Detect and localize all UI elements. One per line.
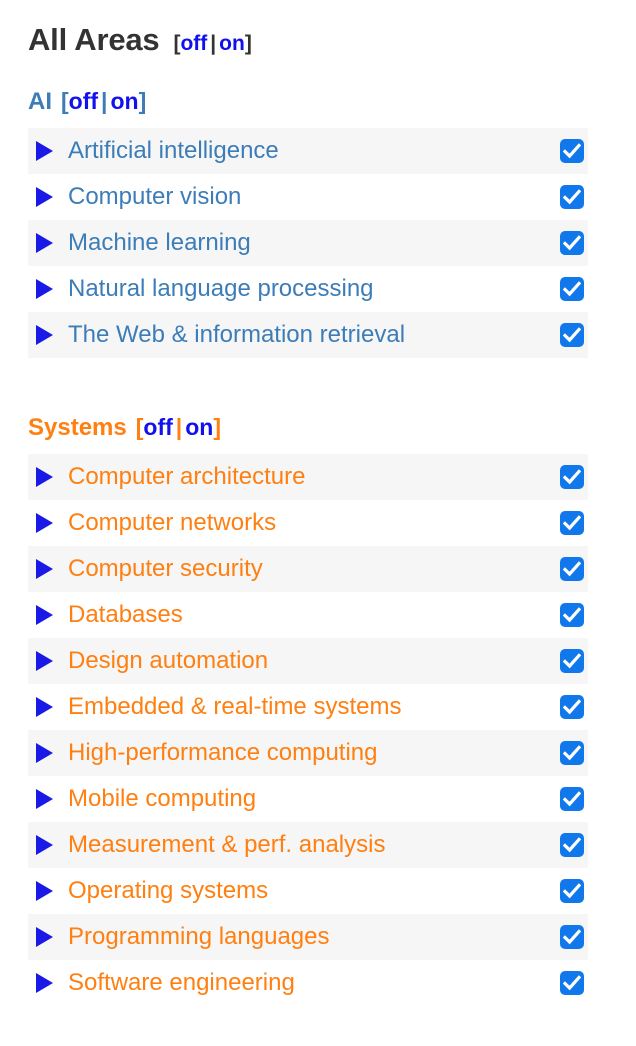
- table-row[interactable]: Artificial intelligence: [28, 128, 588, 174]
- table-row[interactable]: Natural language processing: [28, 266, 588, 312]
- table-row[interactable]: Computer security: [28, 546, 588, 592]
- triangle-right-icon[interactable]: [34, 972, 60, 994]
- area-label[interactable]: Computer networks: [60, 509, 560, 537]
- triangle-right-icon[interactable]: [34, 466, 60, 488]
- triangle-right-icon[interactable]: [34, 232, 60, 254]
- table-row[interactable]: Mobile computing: [28, 776, 588, 822]
- area-checkbox[interactable]: [560, 277, 584, 301]
- area-checkbox[interactable]: [560, 879, 584, 903]
- area-checkbox[interactable]: [560, 231, 584, 255]
- page-title: All Areas [off | on]: [28, 22, 252, 58]
- section-ai-on-link[interactable]: on: [110, 88, 138, 114]
- toggle-open-bracket: [: [61, 88, 69, 114]
- area-checkbox[interactable]: [560, 511, 584, 535]
- section-systems-row-list: Computer architecture Computer networks Co…: [28, 454, 588, 1006]
- toggle-separator: |: [101, 88, 108, 114]
- area-label[interactable]: Operating systems: [60, 877, 560, 905]
- area-label[interactable]: Mobile computing: [60, 785, 560, 813]
- section-systems-off-link[interactable]: off: [143, 414, 172, 440]
- area-label[interactable]: Software engineering: [60, 969, 560, 997]
- table-row[interactable]: Measurement & perf. analysis: [28, 822, 588, 868]
- section-systems: Systems [off | on] Computer architecture Co…: [0, 414, 636, 1006]
- toggle-close-bracket: ]: [213, 414, 221, 440]
- area-label[interactable]: Computer security: [60, 555, 560, 583]
- table-row[interactable]: Machine learning: [28, 220, 588, 266]
- area-checkbox[interactable]: [560, 557, 584, 581]
- area-checkbox[interactable]: [560, 323, 584, 347]
- table-row[interactable]: Computer networks: [28, 500, 588, 546]
- triangle-right-icon[interactable]: [34, 926, 60, 948]
- table-row[interactable]: The Web & information retrieval: [28, 312, 588, 358]
- triangle-right-icon[interactable]: [34, 558, 60, 580]
- toggle-separator: |: [175, 414, 183, 440]
- area-label[interactable]: Measurement & perf. analysis: [60, 831, 560, 859]
- area-label[interactable]: Machine learning: [60, 229, 560, 257]
- area-checkbox[interactable]: [560, 695, 584, 719]
- section-systems-toggle-group: [off | on]: [136, 414, 221, 441]
- table-row[interactable]: Programming languages: [28, 914, 588, 960]
- table-row[interactable]: Embedded & real-time systems: [28, 684, 588, 730]
- toggle-separator: |: [210, 32, 217, 55]
- area-checkbox[interactable]: [560, 787, 584, 811]
- section-ai-off-link[interactable]: off: [69, 88, 98, 114]
- area-checkbox[interactable]: [560, 649, 584, 673]
- area-checkbox[interactable]: [560, 833, 584, 857]
- area-label[interactable]: Design automation: [60, 647, 560, 675]
- table-row[interactable]: Computer architecture: [28, 454, 588, 500]
- triangle-right-icon[interactable]: [34, 696, 60, 718]
- triangle-right-icon[interactable]: [34, 186, 60, 208]
- area-label[interactable]: High-performance computing: [60, 739, 560, 767]
- triangle-right-icon[interactable]: [34, 650, 60, 672]
- section-systems-on-link[interactable]: on: [185, 414, 213, 440]
- area-checkbox[interactable]: [560, 603, 584, 627]
- table-row[interactable]: Software engineering: [28, 960, 588, 1006]
- triangle-right-icon[interactable]: [34, 742, 60, 764]
- areas-filter-panel: All Areas [off | on] AI [off | on] Artificia…: [0, 0, 636, 1046]
- table-row[interactable]: High-performance computing: [28, 730, 588, 776]
- page-title-text: All Areas: [28, 22, 160, 57]
- area-checkbox[interactable]: [560, 465, 584, 489]
- triangle-right-icon[interactable]: [34, 834, 60, 856]
- section-ai-header: AI [off | on]: [0, 88, 636, 116]
- area-checkbox[interactable]: [560, 971, 584, 995]
- all-areas-on-link[interactable]: on: [219, 32, 245, 55]
- area-label[interactable]: Computer architecture: [60, 463, 560, 491]
- toggle-close-bracket: ]: [138, 88, 147, 114]
- area-checkbox[interactable]: [560, 741, 584, 765]
- section-systems-header: Systems [off | on]: [0, 414, 636, 442]
- triangle-right-icon[interactable]: [34, 788, 60, 810]
- all-areas-off-link[interactable]: off: [180, 32, 207, 55]
- area-label[interactable]: Embedded & real-time systems: [60, 693, 560, 721]
- section-systems-title: Systems: [28, 414, 127, 441]
- section-ai-title: AI: [28, 88, 52, 115]
- triangle-right-icon[interactable]: [34, 278, 60, 300]
- toggle-close-bracket: ]: [244, 32, 252, 55]
- table-row[interactable]: Databases: [28, 592, 588, 638]
- area-label[interactable]: Artificial intelligence: [60, 137, 560, 165]
- table-row[interactable]: Operating systems: [28, 868, 588, 914]
- triangle-right-icon[interactable]: [34, 604, 60, 626]
- area-checkbox[interactable]: [560, 185, 584, 209]
- table-row[interactable]: Design automation: [28, 638, 588, 684]
- triangle-right-icon[interactable]: [34, 140, 60, 162]
- area-label[interactable]: Natural language processing: [60, 275, 560, 303]
- section-ai-toggle-group: [off | on]: [61, 88, 146, 115]
- table-row[interactable]: Computer vision: [28, 174, 588, 220]
- area-label[interactable]: Programming languages: [60, 923, 560, 951]
- triangle-right-icon[interactable]: [34, 324, 60, 346]
- triangle-right-icon[interactable]: [34, 880, 60, 902]
- area-checkbox[interactable]: [560, 925, 584, 949]
- area-label[interactable]: The Web & information retrieval: [60, 321, 560, 349]
- all-areas-toggle-group: [off | on]: [173, 32, 251, 56]
- area-label[interactable]: Computer vision: [60, 183, 560, 211]
- triangle-right-icon[interactable]: [34, 512, 60, 534]
- area-checkbox[interactable]: [560, 139, 584, 163]
- section-ai: AI [off | on] Artificial intelligence Compu…: [0, 88, 636, 358]
- area-label[interactable]: Databases: [60, 601, 560, 629]
- section-ai-row-list: Artificial intelligence Computer vision Ma…: [28, 128, 588, 358]
